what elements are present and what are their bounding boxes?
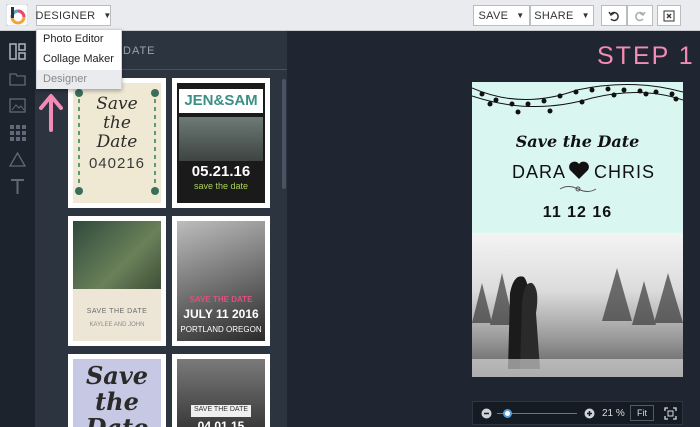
panel-divider (120, 69, 312, 70)
template-thumb-2[interactable]: JEN&SAM 05.21.16 save the date (172, 78, 270, 208)
grid-icon[interactable] (9, 124, 26, 141)
card-name-right: CHRIS (594, 162, 656, 182)
couple-photo (472, 233, 683, 377)
fit-button[interactable]: Fit (630, 405, 654, 421)
panel-title: DATE (123, 45, 156, 57)
design-card[interactable]: Save the Date DARA CHRIS 11 12 16 (472, 82, 683, 377)
step-label: STEP 1 (597, 42, 695, 70)
thumb-date: 04 01 15 (197, 419, 245, 427)
template-thumb-3[interactable]: SAVE THE DATE KAYLEE AND JOHN (68, 216, 166, 346)
chevron-down-icon: ▼ (103, 11, 112, 20)
template-thumb-5[interactable]: Save the Date (68, 354, 166, 427)
menu-item-photo-editor[interactable]: Photo Editor (43, 33, 104, 45)
redo-button[interactable] (627, 5, 653, 26)
card-date: 11 12 16 (542, 204, 613, 221)
tool-rail (0, 31, 35, 427)
template-thumb-6[interactable]: SAVE THE DATE 04 01 15 (172, 354, 270, 427)
thumb-date: JULY 11 2016 (183, 307, 259, 321)
zoom-value: 21 % (602, 408, 625, 419)
thumb-text: SAVE THE DATE (86, 308, 148, 315)
undo-icon (608, 11, 619, 21)
undo-button[interactable] (601, 5, 627, 26)
mode-select-label: DESIGNER (35, 9, 96, 22)
flourish-icon (559, 186, 597, 192)
triangle-icon[interactable] (9, 151, 26, 168)
folder-icon[interactable] (9, 70, 26, 87)
redo-icon (635, 11, 646, 21)
arrow-up-icon (39, 94, 63, 132)
template-thumb-4[interactable]: SAVE THE DATE JULY 11 2016 PORTLAND OREG… (172, 216, 270, 346)
heart-icon (569, 161, 589, 179)
thumb-place: PORTLAND OREGON (180, 325, 262, 334)
template-thumb-1[interactable]: Save the Date 040216 (68, 78, 166, 208)
mode-select[interactable]: DESIGNER ▼ (35, 5, 112, 26)
zoom-out-icon[interactable] (481, 408, 492, 419)
card-headline: Save the Date (515, 132, 640, 151)
image-icon[interactable] (9, 97, 26, 114)
text-icon[interactable] (9, 178, 26, 195)
fullscreen-icon[interactable] (664, 407, 677, 420)
zoom-toolbar: 21 % Fit (472, 401, 683, 425)
share-button[interactable]: SHARE ▼ (530, 5, 594, 26)
thumb-text: SAVE THE DATE (189, 295, 253, 304)
panel-scrollbar[interactable] (282, 79, 286, 189)
zoom-slider-knob[interactable] (502, 409, 512, 418)
thumb-title: Save the Date (96, 94, 138, 152)
car-photo (179, 117, 263, 161)
thumb-date: 040216 (88, 155, 146, 172)
thumb-sub: KAYLEE AND JOHN (89, 322, 145, 328)
card-name-left: DARA (512, 162, 567, 182)
chevron-down-icon: ▼ (581, 11, 590, 20)
mode-dropdown-menu: Photo Editor Collage Maker Designer (36, 29, 122, 89)
trees-icon (472, 268, 683, 377)
close-button[interactable] (657, 5, 681, 26)
top-toolbar: DESIGNER ▼ SAVE ▼ SHARE ▼ (0, 0, 700, 31)
thumb-title: Save the Date (85, 361, 149, 427)
save-label: SAVE (478, 9, 509, 22)
menu-item-designer[interactable]: Designer (43, 73, 87, 85)
thumb-date: 05.21.16 (191, 163, 251, 180)
thumb-names: JEN&SAM (184, 92, 258, 109)
templates-icon[interactable] (9, 43, 26, 60)
close-icon (663, 10, 675, 21)
thumb-sub: save the date (193, 181, 249, 191)
string-lights-icon (472, 83, 683, 115)
chevron-down-icon: ▼ (516, 11, 525, 20)
zoom-in-icon[interactable] (584, 408, 595, 419)
thumb-text: SAVE THE DATE (193, 406, 249, 413)
save-button[interactable]: SAVE ▼ (473, 5, 530, 26)
menu-item-collage-maker[interactable]: Collage Maker (43, 53, 114, 65)
couple-photo (73, 221, 161, 289)
app-logo-icon[interactable] (6, 4, 28, 26)
share-label: SHARE (534, 9, 574, 22)
